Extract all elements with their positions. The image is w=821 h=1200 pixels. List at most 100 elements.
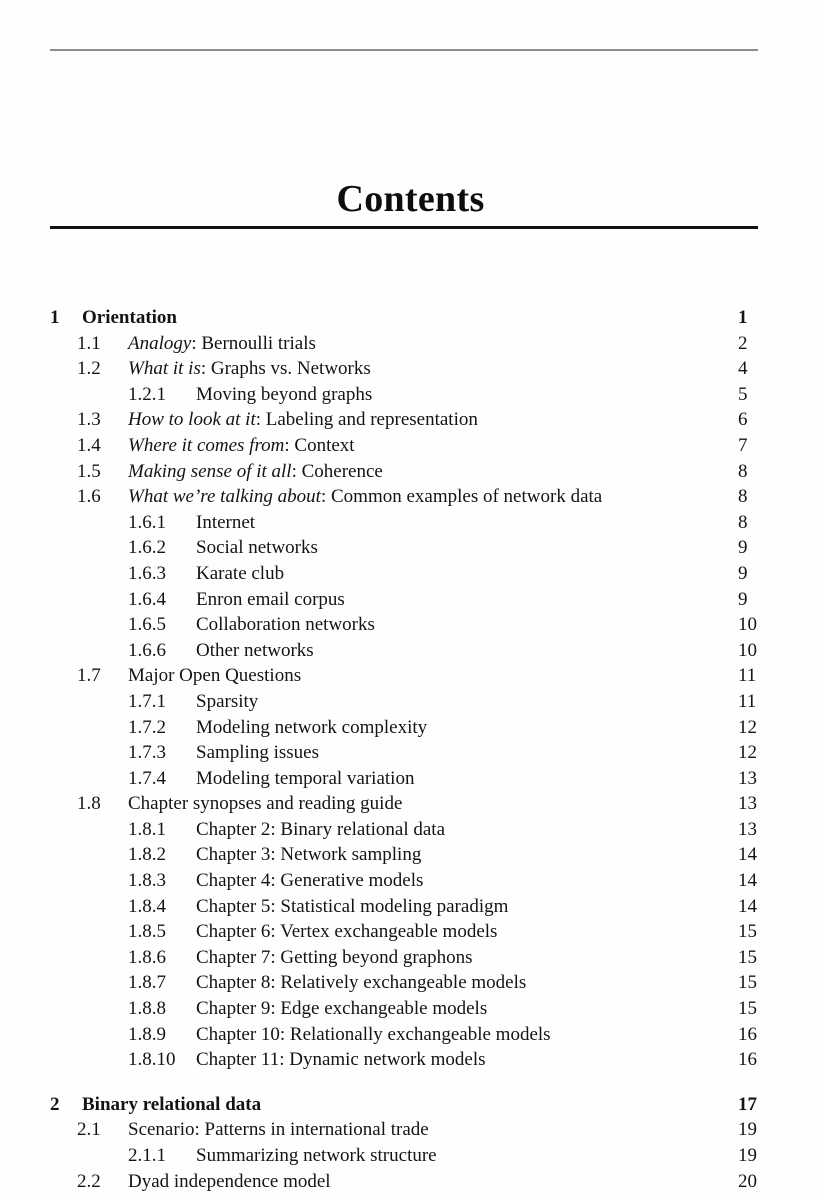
toc-entry-1-5[interactable]: 1.5 Making sense of it all: Coherence 8 — [0, 459, 821, 485]
toc-entry-1-8-1[interactable]: 1.8.1 Chapter 2: Binary relational data 13 — [0, 817, 821, 843]
toc-entry-1-8-4[interactable]: 1.8.4 Chapter 5: Statistical modeling par… — [0, 894, 821, 920]
toc-entry-number: 1 — [50, 307, 60, 328]
toc-entry-1-8-8[interactable]: 1.8.8 Chapter 9: Edge exchangeable models… — [0, 996, 821, 1022]
toc-entry-page-number: 5 — [738, 383, 748, 405]
toc-entry-page-number: 9 — [738, 537, 748, 559]
toc-entry-title-rest: : Context — [284, 434, 355, 456]
toc-entry-page-number: 15 — [738, 972, 757, 994]
toc-entry-title: Internet — [196, 511, 256, 533]
toc-entry-title: Binary relational data — [82, 1093, 262, 1115]
toc-entry-page-number: 15 — [738, 946, 757, 968]
toc-entry-number: 1.7.2 — [128, 716, 166, 738]
toc-entry-1-6-5[interactable]: 1.6.5 Collaboration networks 10 — [0, 612, 821, 638]
toc-entry-page-number: 20 — [738, 1170, 757, 1192]
toc-entry-page-number: 10 — [738, 614, 757, 636]
toc-entry-1-6-3[interactable]: 1.6.3 Karate club 9 — [0, 561, 821, 587]
toc-entry-title: Where it comes from: Context — [128, 433, 355, 459]
title-underline-rule — [50, 226, 758, 229]
toc-entry-1-6-4[interactable]: 1.6.4 Enron email corpus 9 — [0, 587, 821, 613]
toc-entry-number: 2.1.1 — [128, 1145, 166, 1166]
toc-entry-1-8-10[interactable]: 1.8.10 Chapter 11: Dynamic network models… — [0, 1047, 821, 1073]
toc-entry-1-8-7[interactable]: 1.8.7 Chapter 8: Relatively exchangeable … — [0, 970, 821, 996]
toc-entry-title: Collaboration networks — [196, 614, 375, 636]
toc-entry-title-rest: : Common examples of network data — [320, 486, 603, 508]
toc-entry-page-number: 11 — [738, 690, 757, 712]
toc-entry-number: 2.2 — [77, 1170, 101, 1192]
toc-entry-title-emphasis: How to look at it — [128, 409, 256, 431]
header-rule — [50, 49, 758, 51]
toc-entry-page-number: 6 — [738, 409, 748, 431]
toc-entry-page-number: 15 — [738, 998, 757, 1020]
toc-entry-1-6-1[interactable]: 1.6.1 Internet 8 — [0, 510, 821, 536]
toc-entry-number: 2.1 — [77, 1119, 101, 1141]
toc-entry-1-8[interactable]: 1.8 Chapter synopses and reading guide 13 — [0, 791, 821, 817]
toc-entry-1-8-2[interactable]: 1.8.2 Chapter 3: Network sampling 14 — [0, 842, 821, 868]
toc-entry-number: 1.1 — [77, 332, 101, 354]
table-of-contents: 1 Orientation 1 1.1 Analogy: Bernoulli trial… — [0, 305, 821, 1194]
toc-entry-1-7-1[interactable]: 1.7.1 Sparsity 11 — [0, 689, 821, 715]
toc-entry-1-6-2[interactable]: 1.6.2 Social networks 9 — [0, 535, 821, 561]
toc-entry-page-number: 2 — [738, 332, 748, 354]
toc-entry-1-7-2[interactable]: 1.7.2 Modeling network complexity 12 — [0, 715, 821, 741]
toc-entry-title: Scenario: Patterns in international trad… — [128, 1119, 429, 1141]
toc-entry-page-number: 8 — [738, 511, 748, 533]
toc-entry-1[interactable]: 1 Orientation 1 — [0, 305, 821, 331]
toc-entry-1-8-6[interactable]: 1.8.6 Chapter 7: Getting beyond graphons 1… — [0, 945, 821, 971]
toc-entry-page-number: 16 — [738, 1049, 757, 1071]
toc-entry-title-rest: : Labeling and representation — [255, 409, 478, 431]
toc-entry-title: Other networks — [196, 639, 314, 661]
toc-entry-page-number: 15 — [738, 921, 757, 943]
toc-entry-page-number: 13 — [738, 767, 757, 789]
toc-entry-number: 1.4 — [77, 434, 101, 456]
toc-entry-title: Chapter 8: Relatively exchangeable model… — [196, 972, 527, 994]
toc-entry-title: Chapter 6: Vertex exchangeable models — [196, 921, 498, 943]
toc-entry-2[interactable]: 2 Binary relational data 17 — [0, 1092, 821, 1118]
toc-entry-title: Orientation — [82, 307, 177, 328]
toc-entry-number: 1.8.7 — [128, 972, 166, 994]
toc-entry-title: How to look at it: Labeling and represen… — [128, 407, 478, 433]
toc-entry-2-1[interactable]: 2.1 Scenario: Patterns in international t… — [0, 1117, 821, 1143]
toc-entry-1-8-5[interactable]: 1.8.5 Chapter 6: Vertex exchangeable mode… — [0, 919, 821, 945]
toc-entry-title: Dyad independence model — [128, 1170, 331, 1192]
toc-entry-1-1[interactable]: 1.1 Analogy: Bernoulli trials 2 — [0, 331, 821, 357]
toc-entry-1-8-9[interactable]: 1.8.9 Chapter 10: Relationally exchangeab… — [0, 1022, 821, 1048]
toc-entry-page-number: 14 — [738, 870, 757, 892]
toc-entry-title: Summarizing network structure — [196, 1145, 437, 1166]
toc-entry-number: 1.7.3 — [128, 742, 166, 764]
toc-entry-number: 1.6.6 — [128, 639, 166, 661]
toc-entry-1-8-3[interactable]: 1.8.3 Chapter 4: Generative models 14 — [0, 868, 821, 894]
toc-entry-1-7-3[interactable]: 1.7.3 Sampling issues 12 — [0, 740, 821, 766]
toc-entry-1-6-6[interactable]: 1.6.6 Other networks 10 — [0, 638, 821, 664]
toc-entry-page-number: 14 — [738, 844, 757, 866]
toc-entry-1-6[interactable]: 1.6 What we’re talking about: Common exam… — [0, 484, 821, 510]
toc-entry-number: 2 — [50, 1093, 60, 1115]
toc-entry-page-number: 8 — [738, 486, 748, 508]
toc-entry-title: Chapter 10: Relationally exchangeable mo… — [196, 1023, 551, 1045]
toc-entry-title: Chapter 4: Generative models — [196, 870, 424, 892]
toc-entry-title: Analogy: Bernoulli trials — [128, 331, 316, 357]
toc-entry-number: 1.8.2 — [128, 844, 166, 866]
toc-entry-number: 1.8.6 — [128, 946, 166, 968]
toc-entry-1-3[interactable]: 1.3 How to look at it: Labeling and repre… — [0, 407, 821, 433]
toc-entry-number: 1.2.1 — [128, 383, 166, 405]
toc-entry-2-2[interactable]: 2.2 Dyad independence model 20 — [0, 1169, 821, 1195]
toc-entry-1-7-4[interactable]: 1.7.4 Modeling temporal variation 13 — [0, 766, 821, 792]
toc-entry-page-number: 9 — [738, 588, 748, 610]
toc-entry-1-7[interactable]: 1.7 Major Open Questions 11 — [0, 663, 821, 689]
toc-entry-page-number: 13 — [738, 818, 757, 840]
toc-entry-number: 1.6.2 — [128, 537, 166, 559]
toc-entry-1-2-1[interactable]: 1.2.1 Moving beyond graphs 5 — [0, 382, 821, 408]
toc-entry-page-number: 10 — [738, 639, 757, 661]
toc-entry-page-number: 7 — [738, 434, 748, 456]
toc-entry-title: What it is: Graphs vs. Networks — [128, 356, 371, 382]
toc-entry-number: 1.8.1 — [128, 818, 166, 840]
toc-entry-number: 1.7.1 — [128, 690, 166, 712]
toc-entry-title: Chapter 9: Edge exchangeable models — [196, 998, 488, 1020]
toc-entry-1-2[interactable]: 1.2 What it is: Graphs vs. Networks 4 — [0, 356, 821, 382]
toc-entry-number: 1.6.3 — [128, 562, 166, 584]
toc-entry-title: Chapter 7: Getting beyond graphons — [196, 946, 473, 968]
toc-entry-1-4[interactable]: 1.4 Where it comes from: Context 7 — [0, 433, 821, 459]
toc-entry-2-1-1[interactable]: 2.1.1 Summarizing network structure 19 — [0, 1143, 821, 1169]
toc-entry-number: 1.7.4 — [128, 767, 166, 789]
toc-entry-number: 1.8.5 — [128, 921, 166, 943]
